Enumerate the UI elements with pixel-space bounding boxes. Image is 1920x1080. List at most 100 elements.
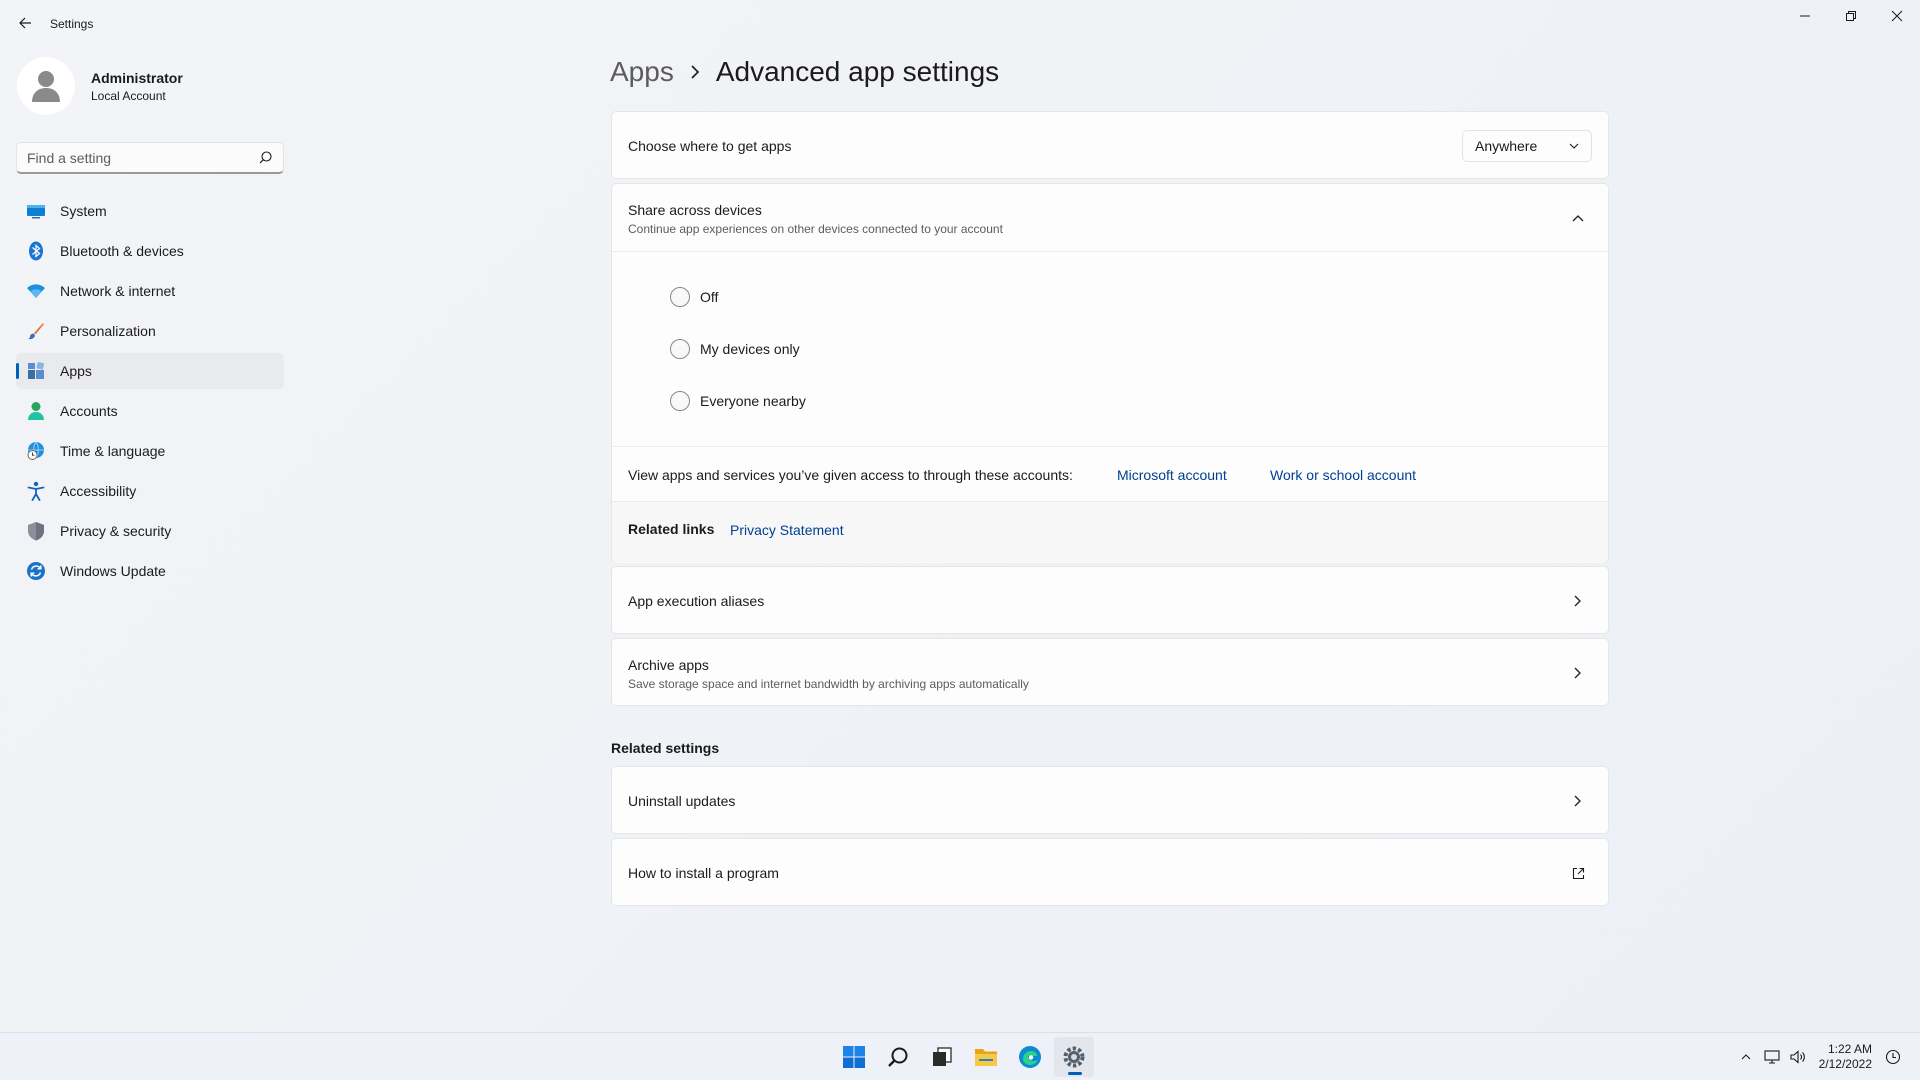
how-to-install-label: How to install a program [628,865,779,881]
radio-button[interactable] [670,391,690,411]
settings-icon[interactable] [1054,1037,1094,1077]
taskbar: 1:22 AM 2/12/2022 [0,1032,1920,1080]
app-title: Settings [50,17,94,31]
sidebar-item-label: System [60,203,107,219]
breadcrumb: Apps Advanced app settings [610,56,999,88]
sidebar-item-label: Apps [60,363,92,379]
accounts-row: View apps and services you’ve given acce… [612,446,1608,502]
sidebar-item-privacy-security[interactable]: Privacy & security [16,513,284,549]
chevron-right-icon [1570,665,1586,681]
sidebar-item-label: Time & language [60,443,166,459]
radio-my-devices-only[interactable]: My devices only [670,339,800,359]
person-icon [26,401,46,421]
clock-time: 1:22 AM [1827,1042,1872,1056]
volume-icon[interactable] [1788,1047,1808,1067]
get-apps-dropdown[interactable]: Anywhere [1462,130,1592,162]
share-title: Share across devices [628,202,762,218]
share-across-devices-header[interactable]: Share across devices Continue app experi… [612,184,1608,252]
user-profile[interactable]: Administrator Local Account [17,57,183,115]
page-title: Advanced app settings [715,56,1000,87]
notification-icon[interactable] [1883,1047,1903,1067]
profile-account-type: Local Account [91,88,166,103]
file-explorer-icon[interactable] [966,1037,1006,1077]
title-bar: Settings [0,0,1920,48]
minimize-button[interactable] [1782,0,1828,32]
archive-apps-card[interactable]: Archive apps Save storage space and inte… [611,638,1609,706]
related-links-label: Related links [628,521,715,537]
sidebar-item-accessibility[interactable]: Accessibility [16,473,284,509]
monitor-icon [26,201,46,221]
search-input[interactable] [27,149,257,166]
chevron-up-icon[interactable] [1570,210,1586,226]
start-icon[interactable] [834,1037,874,1077]
sidebar-nav: System Bluetooth & devices Network & int… [16,193,284,593]
network-monitor-icon[interactable] [1762,1047,1782,1067]
app-execution-aliases-card[interactable]: App execution aliases [611,566,1609,634]
search-icon[interactable] [878,1037,918,1077]
restore-icon [1846,11,1856,21]
sidebar-item-personalization[interactable]: Personalization [16,313,284,349]
share-subtitle: Continue app experiences on other device… [628,222,1003,236]
shield-icon [26,521,46,541]
chevron-up-icon[interactable] [1736,1047,1756,1067]
sidebar-item-network[interactable]: Network & internet [16,273,284,309]
bluetooth-icon [26,241,46,261]
radio-button[interactable] [670,339,690,359]
sidebar-item-time-language[interactable]: Time & language [16,433,284,469]
breadcrumb-parent[interactable]: Apps [610,56,674,88]
sidebar-item-label: Windows Update [60,563,166,579]
radio-button[interactable] [670,287,690,307]
privacy-statement-link[interactable]: Privacy Statement [730,522,844,538]
globe-clock-icon [26,441,46,461]
clock[interactable]: 1:22 AM 2/12/2022 [1819,1042,1872,1072]
archive-apps-subtitle: Save storage space and internet bandwidt… [628,677,1029,691]
back-button[interactable] [14,12,36,34]
person-avatar-icon [32,71,60,102]
sidebar-item-windows-update[interactable]: Windows Update [16,553,284,589]
system-tray: 1:22 AM 2/12/2022 [1733,1033,1906,1080]
uninstall-updates-card[interactable]: Uninstall updates [611,766,1609,834]
app-execution-aliases-label: App execution aliases [628,593,765,609]
external-link-icon [1570,865,1586,881]
wifi-icon [26,281,46,301]
sidebar-item-accounts[interactable]: Accounts [16,393,284,429]
chevron-right-icon [1570,793,1586,809]
sidebar-item-label: Personalization [60,323,156,339]
get-apps-card: Choose where to get apps Anywhere [611,111,1609,179]
microsoft-account-link[interactable]: Microsoft account [1117,467,1227,483]
related-links-row: Related links Privacy Statement [612,502,1608,563]
sidebar-item-system[interactable]: System [16,193,284,229]
related-settings-heading: Related settings [611,740,720,756]
apps-icon [26,361,46,381]
work-school-account-link[interactable]: Work or school account [1270,467,1416,483]
sidebar-item-bluetooth[interactable]: Bluetooth & devices [16,233,284,269]
clock-date: 2/12/2022 [1818,1057,1872,1071]
back-arrow-icon [19,17,31,29]
radio-off[interactable]: Off [670,287,718,307]
archive-apps-title: Archive apps [628,657,709,673]
task-view-icon[interactable] [922,1037,962,1077]
window-controls [1782,0,1920,32]
profile-name: Administrator [91,69,183,86]
radio-label: My devices only [700,341,800,357]
sidebar-item-label: Privacy & security [60,523,172,539]
radio-label: Off [700,289,719,305]
sidebar-item-apps[interactable]: Apps [16,353,284,389]
restore-button[interactable] [1828,0,1874,32]
radio-everyone-nearby[interactable]: Everyone nearby [670,391,806,411]
sidebar-item-label: Accessibility [60,483,137,499]
avatar [17,57,75,115]
close-icon [1891,10,1903,22]
sidebar-item-label: Bluetooth & devices [60,243,184,259]
search-box[interactable] [16,142,284,174]
edge-icon[interactable] [1010,1037,1050,1077]
brush-icon [26,321,46,341]
chevron-right-icon [690,65,700,79]
get-apps-label: Choose where to get apps [628,138,792,154]
minimize-icon [1800,15,1810,17]
search-icon[interactable] [257,150,273,166]
how-to-install-card[interactable]: How to install a program [611,838,1609,906]
radio-label: Everyone nearby [700,393,806,409]
accessibility-icon [26,481,46,501]
close-button[interactable] [1874,0,1920,32]
